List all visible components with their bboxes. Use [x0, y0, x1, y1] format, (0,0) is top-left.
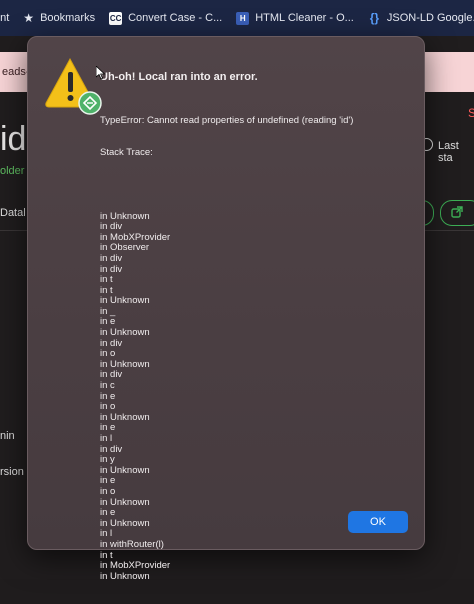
- stack-trace-line: in e: [100, 390, 116, 402]
- mouse-cursor-icon: [96, 66, 106, 80]
- stack-trace-line: in c: [100, 380, 115, 392]
- stack-trace-line: in Unknown: [100, 327, 150, 339]
- star-icon: ★: [23, 11, 35, 25]
- warning-icon: [45, 57, 102, 115]
- stack-trace-line: in t: [100, 274, 113, 286]
- stack-trace-line: in Observer: [100, 242, 150, 254]
- stack-trace-line: in div: [100, 369, 123, 381]
- bookmark-label: JSON-LD Google...: [386, 12, 474, 24]
- error-line: TypeError: Cannot read properties of und…: [100, 115, 354, 127]
- open-site-button[interactable]: [440, 200, 474, 226]
- bookmark-label: Convert Case - C...: [128, 12, 223, 24]
- dialog-title: Uh-oh! Local ran into an error.: [100, 71, 258, 83]
- stack-trace-line: in Unknown: [100, 464, 150, 476]
- stack-trace-line: in Unknown: [100, 496, 150, 508]
- stack-trace-line: in Unknown: [100, 210, 150, 222]
- json-braces-icon: {}: [369, 11, 380, 25]
- bookmarks-bar: ent ★ Bookmarks CC Convert Case - C... H…: [0, 0, 474, 36]
- stack-trace-line: in Unknown: [100, 358, 150, 370]
- stack-trace-line: in Unknown: [100, 411, 150, 423]
- folder-link-partial[interactable]: older: [0, 165, 24, 177]
- site-title-partial: id: [0, 120, 27, 158]
- bookmark-item-partial[interactable]: ent: [0, 12, 9, 24]
- stack-label: Stack Trace:: [100, 146, 153, 158]
- error-dialog: Uh-oh! Local ran into an error. TypeErro…: [27, 36, 425, 581]
- stack-trace-line: in _: [100, 305, 116, 317]
- stack-trace-line: in div: [100, 337, 123, 349]
- last-status-partial: Last sta: [438, 140, 459, 164]
- bookmark-item-bookmarks[interactable]: ★ Bookmarks: [23, 11, 95, 25]
- side-item-partial: nin: [0, 430, 15, 442]
- html-cleaner-icon: H: [236, 11, 250, 25]
- bookmark-label: ent: [0, 12, 10, 24]
- stack-trace-line: in div: [100, 443, 123, 455]
- stack-trace-line: in o: [100, 485, 116, 497]
- convert-case-icon: CC: [109, 11, 123, 25]
- stack-trace-line: in withRouter(l): [100, 538, 164, 550]
- stack-trace-line: in e: [100, 475, 116, 487]
- bookmark-item-html-cleaner[interactable]: H HTML Cleaner - O...: [236, 11, 354, 25]
- external-link-icon: [451, 206, 463, 218]
- red-link-partial[interactable]: S: [468, 106, 474, 120]
- bookmark-item-convert-case[interactable]: CC Convert Case - C...: [109, 11, 223, 25]
- banner-text: eads-: [2, 66, 30, 78]
- ok-button[interactable]: OK: [348, 511, 408, 533]
- stack-trace-line: in Unknown: [100, 570, 150, 582]
- stack-trace-line: in div: [100, 252, 123, 264]
- stack-trace-line: in Unknown: [100, 295, 150, 307]
- tab-database-partial[interactable]: Datal: [0, 207, 26, 219]
- stack-trace-line: in e: [100, 422, 116, 434]
- stack-trace-line: in l: [100, 433, 113, 444]
- side-item-partial: rsion: [0, 466, 24, 478]
- bookmark-label: HTML Cleaner - O...: [255, 12, 354, 24]
- stack-trace-line: in div: [100, 263, 123, 275]
- bookmark-label: Bookmarks: [40, 12, 96, 24]
- bookmark-item-json-ld[interactable]: {} JSON-LD Google...: [368, 11, 474, 25]
